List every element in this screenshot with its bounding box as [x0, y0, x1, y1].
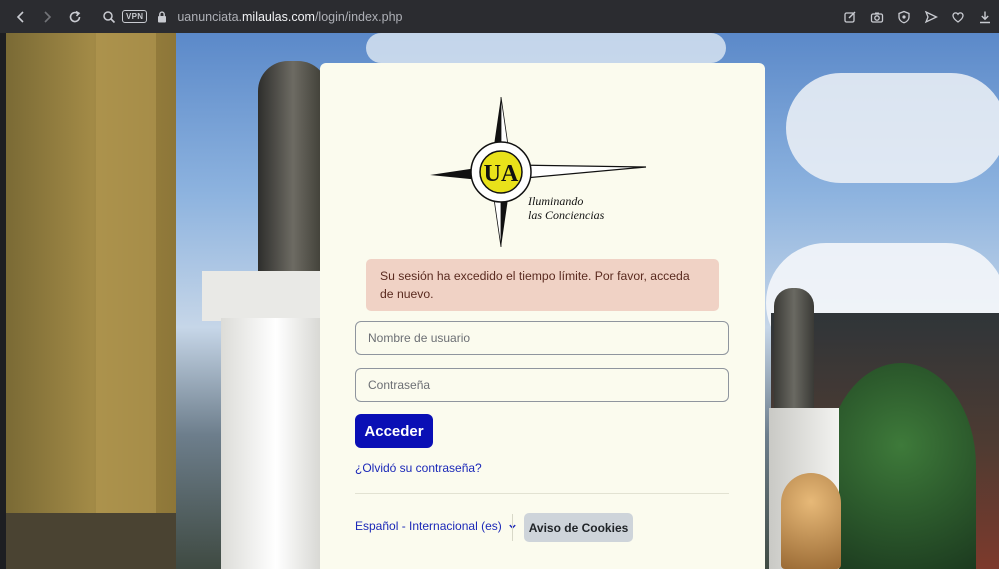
- pedestal: [221, 318, 331, 569]
- language-label: Español - Internacional (es): [355, 519, 502, 533]
- building-column: [96, 33, 156, 569]
- logo-monogram: UA: [484, 161, 519, 187]
- forgot-password-link[interactable]: ¿Olvidó su contraseña?: [355, 461, 482, 475]
- download-icon[interactable]: [975, 6, 995, 28]
- separator: [512, 514, 513, 541]
- vpn-badge[interactable]: VPN: [122, 10, 148, 23]
- address-bar[interactable]: VPN uanunciata.milaulas.com/login/index.…: [100, 6, 403, 28]
- browser-toolbar: VPN uanunciata.milaulas.com/login/index.…: [0, 0, 999, 33]
- palm-tree: [826, 363, 976, 569]
- shield-icon[interactable]: [894, 6, 914, 28]
- forward-icon[interactable]: [36, 6, 58, 28]
- edit-icon[interactable]: [840, 6, 860, 28]
- statue: [774, 288, 814, 413]
- lock-icon[interactable]: [153, 6, 171, 28]
- logo-tagline-line2: las Conciencias: [528, 208, 605, 222]
- university-logo: UA Iluminando las Conciencias: [430, 97, 647, 247]
- cloud: [366, 33, 726, 63]
- session-expired-alert: Su sesión ha excedido el tiempo límite. …: [366, 259, 719, 311]
- logo-tagline-line1: Iluminando: [527, 194, 583, 208]
- send-icon[interactable]: [921, 6, 941, 28]
- login-card: UA Iluminando las Conciencias Su sesión …: [320, 63, 765, 569]
- username-input[interactable]: [355, 321, 729, 355]
- golden-statue: [781, 473, 841, 569]
- cloud: [786, 73, 999, 183]
- building-base: [6, 513, 176, 569]
- divider: [355, 493, 729, 494]
- language-selector[interactable]: Español - Internacional (es): [355, 519, 517, 533]
- url-domain: milaulas.com: [242, 9, 315, 24]
- camera-icon[interactable]: [867, 6, 887, 28]
- url-prefix: uanunciata.: [177, 9, 242, 24]
- url-path: /login/index.php: [314, 9, 403, 24]
- cookie-notice-button[interactable]: Aviso de Cookies: [524, 513, 633, 542]
- password-input[interactable]: [355, 368, 729, 402]
- url-text[interactable]: uanunciata.milaulas.com/login/index.php: [177, 10, 402, 24]
- back-icon[interactable]: [10, 6, 32, 28]
- heart-icon[interactable]: [948, 6, 968, 28]
- pedestal-top: [202, 271, 332, 321]
- statue: [258, 61, 328, 291]
- search-icon: [100, 6, 118, 28]
- reload-icon[interactable]: [64, 6, 86, 28]
- login-button[interactable]: Acceder: [355, 414, 433, 448]
